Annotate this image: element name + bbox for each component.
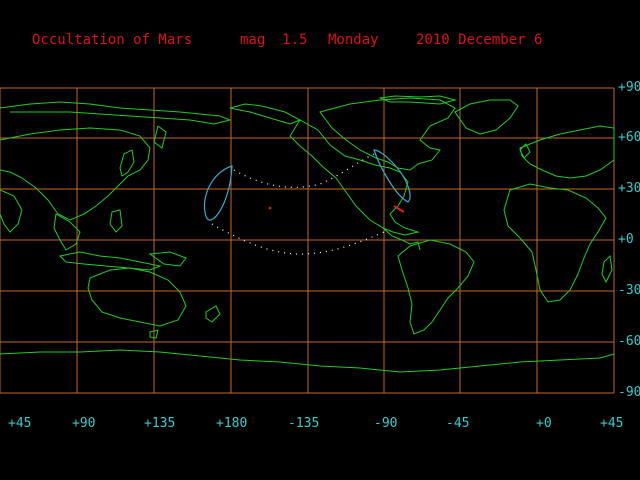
- coast-canada-north: [319, 97, 456, 171]
- longitude-label: -135: [288, 416, 320, 431]
- coast-new-zealand: [205, 305, 221, 323]
- coast-philippines: [109, 209, 123, 233]
- north-limit-line: [233, 151, 379, 188]
- coast-arctic-islands: [378, 95, 457, 105]
- coast-greenland: [454, 99, 519, 135]
- coast-europe: [519, 125, 615, 179]
- coast-new-guinea: [148, 251, 187, 267]
- latitude-label: -60: [618, 334, 640, 349]
- coast-australia: [87, 267, 187, 327]
- coast-south-america: [397, 239, 475, 335]
- coast-north-america: [289, 119, 420, 236]
- longitude-label: -90: [374, 416, 398, 431]
- latitude-label: -30: [618, 283, 640, 298]
- longitude-label: +0: [536, 416, 552, 431]
- longitude-label: +180: [216, 416, 248, 431]
- rise-set-curves: [203, 149, 411, 221]
- latitude-label: -90: [618, 385, 640, 400]
- occultation-limits: [211, 151, 385, 255]
- latitude-label: +30: [618, 181, 640, 196]
- latitude-label: +0: [618, 232, 634, 247]
- coast-alaska: [229, 103, 302, 125]
- coast-southeast-asia: [53, 213, 81, 251]
- longitude-label: +45: [600, 416, 624, 431]
- longitude-label: -45: [446, 416, 470, 431]
- latitude-label: +60: [618, 130, 640, 145]
- coast-kamchatka: [153, 125, 167, 149]
- central-line-marker: [268, 206, 272, 210]
- coast-indonesia: [58, 251, 162, 271]
- world-map: [0, 87, 615, 394]
- south-limit-line: [211, 223, 385, 255]
- longitude-label: +90: [72, 416, 96, 431]
- longitude-label: +45: [8, 416, 32, 431]
- coast-asia-east: [0, 127, 151, 221]
- coast-siberia-north: [0, 101, 232, 125]
- latitude-label: +90: [618, 80, 640, 95]
- longitude-label: +135: [144, 416, 176, 431]
- coast-antarctica: [0, 349, 615, 373]
- coast-india: [0, 189, 23, 233]
- coast-africa: [503, 183, 607, 303]
- coast-madagascar: [601, 254, 613, 284]
- west-rise-set-loop: [203, 165, 233, 221]
- coastlines: [0, 95, 615, 373]
- coast-japan: [119, 149, 135, 177]
